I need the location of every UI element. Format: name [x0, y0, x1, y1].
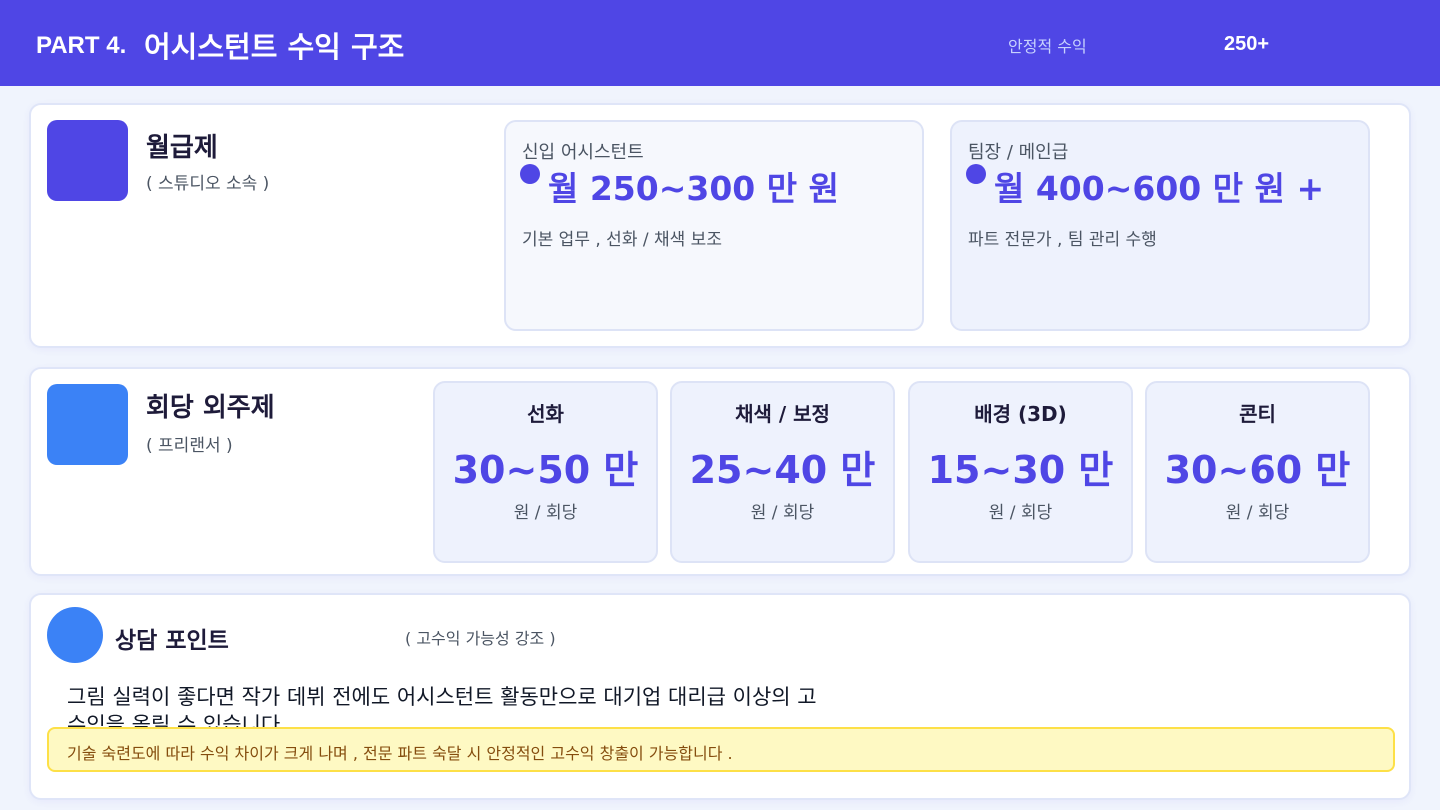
per-episode-subtitle: ( 프리랜서 ) — [146, 436, 233, 456]
tile-name: 콘티 — [1239, 402, 1276, 426]
part-label: PART 4. — [36, 32, 127, 59]
salary-tile-lead: 팀장 / 메인급 월 400~600 만 원 + 파트 전문가 , 팀 관리 수… — [950, 120, 1370, 331]
tile-label: 팀장 / 메인급 — [968, 142, 1069, 163]
stat-label: 안정적 수익 — [1008, 37, 1087, 56]
bullet-dot-icon — [520, 164, 540, 184]
salary-icon — [47, 120, 128, 201]
tile-name: 선화 — [527, 402, 564, 426]
stat-value: 250+ — [1224, 33, 1270, 55]
consult-card: 상담 포인트 ( 고수익 가능성 강조 ) 그림 실력이 좋다면 작가 데뷔 전… — [29, 593, 1411, 800]
salary-card: 월급제 ( 스튜디오 소속 ) 신입 어시스턴트 월 250~300 만 원 기… — [29, 103, 1411, 348]
tile-unit: 원 / 회당 — [988, 503, 1053, 523]
per-episode-card: 회당 외주제 ( 프리랜서 ) 선화 30~50 만 원 / 회당 채색 / 보… — [29, 367, 1411, 576]
tile-description: 기본 업무 , 선화 / 채색 보조 — [522, 230, 722, 250]
consult-note: ( 고수익 가능성 강조 ) — [405, 629, 556, 648]
tile-value: 30~60 만 — [1164, 448, 1351, 492]
tile-unit: 원 / 회당 — [750, 503, 815, 523]
tile-value: 25~40 만 — [689, 448, 876, 492]
per-episode-title: 회당 외주제 — [146, 393, 275, 423]
tile-name: 채색 / 보정 — [735, 402, 830, 426]
episode-tile-coloring: 채색 / 보정 25~40 만 원 / 회당 — [670, 381, 895, 563]
header-bar: PART 4. 어시스턴트 수익 구조 안정적 수익 250+ — [0, 0, 1440, 86]
episode-tile-storyboard: 콘티 30~60 만 원 / 회당 — [1145, 381, 1370, 563]
tile-unit: 원 / 회당 — [513, 503, 578, 523]
consult-title: 상담 포인트 — [115, 628, 229, 654]
tile-amount: 월 400~600 만 원 + — [994, 169, 1325, 208]
tile-value: 30~50 만 — [452, 448, 639, 492]
episode-tile-lineart: 선화 30~50 만 원 / 회당 — [433, 381, 658, 563]
tile-unit: 원 / 회당 — [1225, 503, 1290, 523]
salary-subtitle: ( 스튜디오 소속 ) — [146, 174, 270, 194]
per-episode-icon — [47, 384, 128, 465]
tile-description: 파트 전문가 , 팀 관리 수행 — [968, 230, 1157, 250]
tile-value: 15~30 만 — [927, 448, 1114, 492]
consult-icon — [47, 607, 103, 663]
episode-tile-background: 배경 (3D) 15~30 만 원 / 회당 — [908, 381, 1133, 563]
tile-amount: 월 250~300 만 원 — [548, 169, 839, 208]
salary-tile-junior: 신입 어시스턴트 월 250~300 만 원 기본 업무 , 선화 / 채색 보… — [504, 120, 924, 331]
consult-body-text: 그림 실력이 좋다면 작가 데뷔 전에도 어시스턴트 활동만으로 대기업 대리급… — [67, 685, 817, 727]
tile-label: 신입 어시스턴트 — [522, 142, 644, 163]
salary-title: 월급제 — [146, 133, 218, 163]
highlight-callout: 기술 숙련도에 따라 수익 차이가 크게 나며 , 전문 파트 숙달 시 안정적… — [47, 727, 1395, 772]
bullet-dot-icon — [966, 164, 986, 184]
page-title: 어시스턴트 수익 구조 — [144, 30, 405, 64]
tile-name: 배경 (3D) — [974, 402, 1067, 426]
highlight-text: 기술 숙련도에 따라 수익 차이가 크게 나며 , 전문 파트 숙달 시 안정적… — [67, 744, 733, 763]
